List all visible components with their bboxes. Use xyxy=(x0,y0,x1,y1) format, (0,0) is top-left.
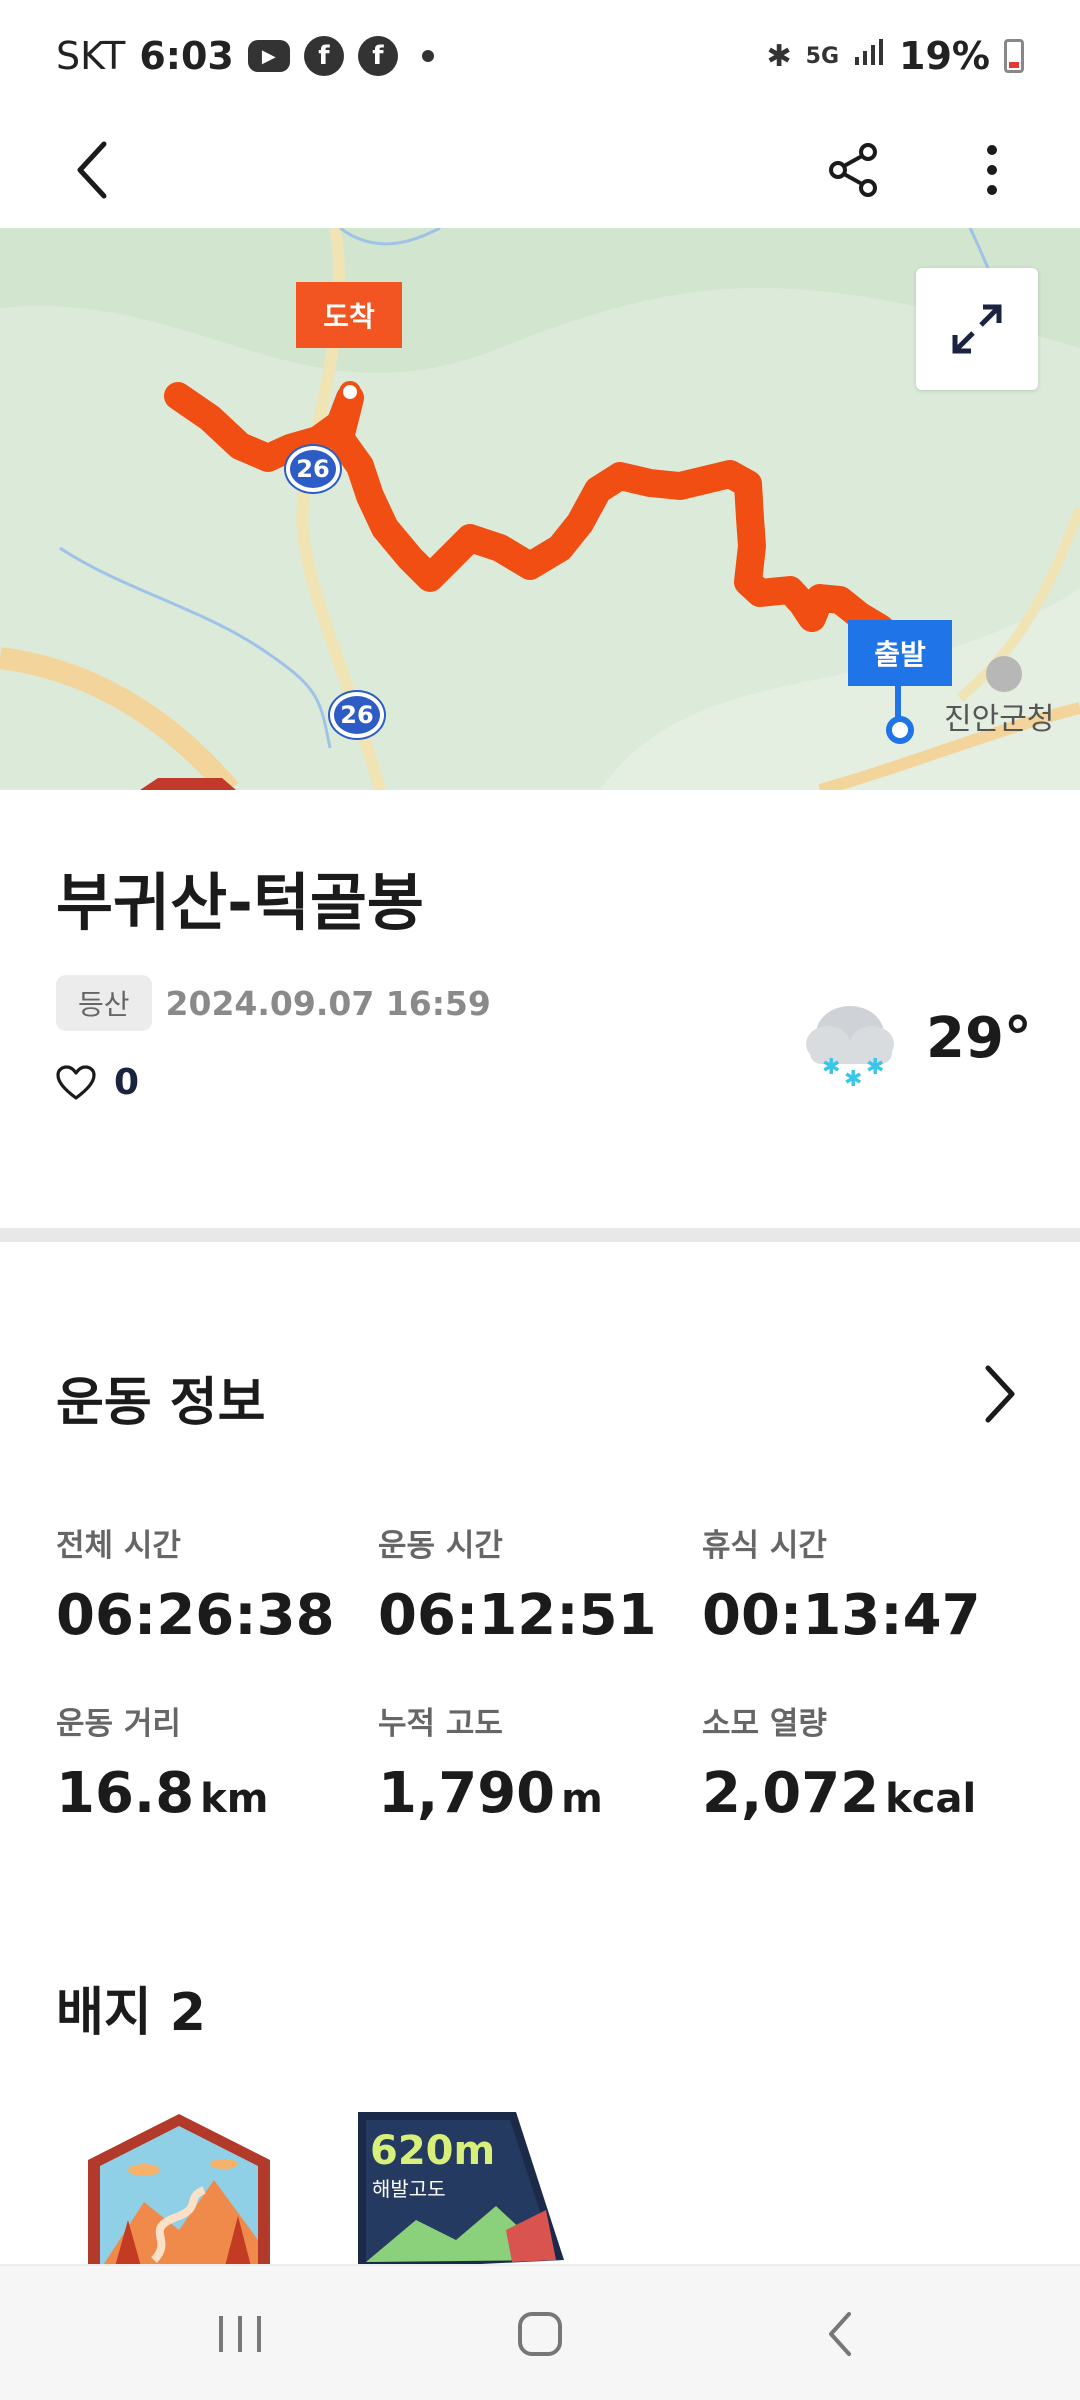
section-divider xyxy=(0,1228,1080,1242)
stat-value: 1,790 m xyxy=(378,1761,688,1826)
activity-title: 부귀산-턱골봉 xyxy=(56,866,424,939)
badges-title: 배지 2 xyxy=(56,1983,206,2043)
app-bar xyxy=(0,112,1080,228)
home-button[interactable] xyxy=(480,2296,600,2372)
exercise-info-title[interactable]: 운동 정보 xyxy=(56,1360,265,1435)
stat-distance: 운동 거리 16.8 km xyxy=(56,1698,366,1826)
stat-value: 00:13:47 xyxy=(702,1583,1012,1648)
heart-icon[interactable] xyxy=(56,1064,96,1101)
bluetooth-icon: ✱ xyxy=(766,38,792,74)
recents-icon xyxy=(219,2316,261,2352)
road-number-shield: 26 xyxy=(286,446,340,492)
status-left: SKT 6:03 ▶ f f xyxy=(56,34,434,78)
like-row[interactable]: 0 xyxy=(56,1062,139,1103)
place-label: 진안군청 xyxy=(944,702,1055,737)
network-type-icon: 5G xyxy=(805,43,840,69)
stat-value: 2,072 kcal xyxy=(702,1761,1012,1826)
expand-icon xyxy=(952,304,1002,354)
system-back-button[interactable] xyxy=(780,2296,900,2372)
cloud-snow-icon: ✱ ✱ ✱ xyxy=(806,1006,894,1086)
stat-number: 1,790 xyxy=(378,1761,556,1826)
svg-text:✱: ✱ xyxy=(822,1055,840,1080)
stat-label: 운동 거리 xyxy=(56,1706,181,1742)
clock: 6:03 xyxy=(139,34,234,78)
stat-elevation-gain: 누적 고도 1,790 m xyxy=(378,1698,688,1826)
like-count: 0 xyxy=(114,1062,140,1103)
route-map[interactable]: 26 26 도착 출발 진안군청 xyxy=(0,228,1080,790)
chevron-left-icon xyxy=(77,141,107,199)
badge-altitude-subtext: 해발고도 xyxy=(372,2177,446,2201)
back-button[interactable] xyxy=(56,134,128,206)
expand-map-button[interactable] xyxy=(916,268,1038,390)
stat-number: 00:13:47 xyxy=(702,1583,981,1648)
carrier-label: SKT xyxy=(56,34,126,78)
stat-calories: 소모 열량 2,072 kcal xyxy=(702,1698,1012,1826)
battery-percent: 19% xyxy=(899,34,990,78)
share-icon xyxy=(829,143,877,197)
stat-number: 16.8 xyxy=(56,1761,195,1826)
stat-number: 06:26:38 xyxy=(56,1583,335,1648)
stat-label: 누적 고도 xyxy=(378,1706,503,1742)
more-vertical-icon xyxy=(987,145,997,195)
badge-altitude-text: 620m xyxy=(370,2128,495,2174)
back-arrow-icon xyxy=(829,2312,851,2356)
stat-value: 06:26:38 xyxy=(56,1583,366,1648)
road-number-shield: 26 xyxy=(330,692,384,738)
share-button[interactable] xyxy=(818,134,890,206)
stat-unit: km xyxy=(200,1776,269,1822)
activity-date: 2024.09.07 16:59 xyxy=(165,983,491,1023)
stat-number: 06:12:51 xyxy=(378,1583,657,1648)
stat-total-time: 전체 시간 06:26:38 xyxy=(56,1520,366,1648)
chevron-right-icon xyxy=(985,1365,1015,1423)
stat-rest-time: 휴식 시간 00:13:47 xyxy=(702,1520,1012,1648)
exercise-info-chevron-button[interactable] xyxy=(970,1362,1030,1426)
more-notifications-dot-icon xyxy=(421,50,434,62)
facebook-icon: f xyxy=(303,36,344,76)
stat-label: 운동 시간 xyxy=(378,1528,503,1564)
svg-text:✱: ✱ xyxy=(866,1055,884,1080)
departure-marker-label: 출발 xyxy=(848,620,952,686)
stat-label: 전체 시간 xyxy=(56,1528,181,1564)
home-icon xyxy=(518,2312,562,2356)
svg-text:✱: ✱ xyxy=(844,1067,862,1086)
youtube-icon: ▶ xyxy=(247,40,290,72)
mountain-badge-icon[interactable] xyxy=(84,2110,274,2270)
stat-value: 16.8 km xyxy=(56,1761,366,1826)
altitude-badge-icon[interactable]: 620m 해발고도 xyxy=(356,2110,566,2270)
stat-unit: kcal xyxy=(885,1776,977,1822)
status-bar: SKT 6:03 ▶ f f ✱ 5G 19% xyxy=(0,0,1080,112)
system-nav-bar xyxy=(0,2264,1080,2400)
stat-number: 2,072 xyxy=(702,1761,880,1826)
stat-label: 소모 열량 xyxy=(702,1706,827,1742)
stat-unit: m xyxy=(561,1776,603,1822)
facebook-icon: f xyxy=(357,36,398,76)
battery-icon xyxy=(1004,39,1024,73)
more-options-button[interactable] xyxy=(956,134,1028,206)
stat-label: 휴식 시간 xyxy=(702,1528,827,1564)
weather-info: ✱ ✱ ✱ 29° xyxy=(800,990,1032,1086)
stat-value: 06:12:51 xyxy=(378,1583,688,1648)
arrival-marker-label: 도착 xyxy=(296,282,402,348)
category-badge: 등산 xyxy=(56,975,152,1031)
recents-button[interactable] xyxy=(180,2296,300,2372)
temperature: 29° xyxy=(926,1005,1032,1071)
status-right: ✱ 5G 19% xyxy=(767,34,1024,78)
activity-meta: 등산 2024.09.07 16:59 xyxy=(56,975,491,1031)
signal-icon xyxy=(853,37,885,75)
stat-exercise-time: 운동 시간 06:12:51 xyxy=(378,1520,688,1648)
